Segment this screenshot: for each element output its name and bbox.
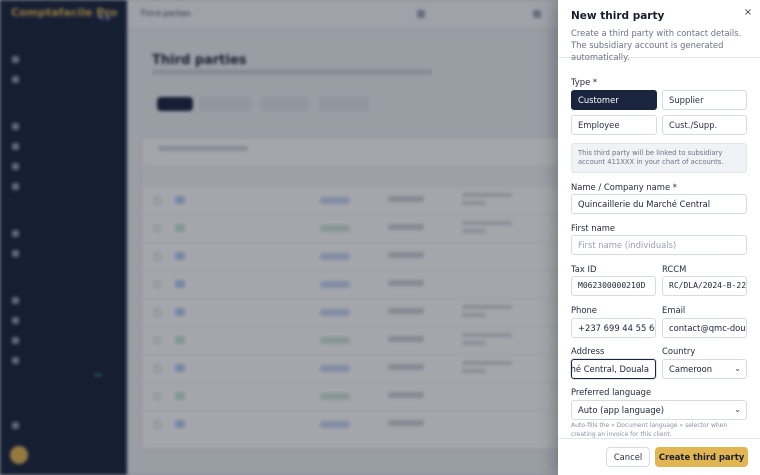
tax-id-input[interactable]: M062300000210D	[571, 276, 656, 296]
rccm-label: RCCM	[662, 264, 687, 274]
name-label: Name / Company name *	[571, 182, 677, 192]
type-option-cust-supp[interactable]: Cust./Supp.	[662, 115, 747, 135]
close-icon[interactable]: ×	[741, 6, 755, 20]
chevron-down-icon: ⌄	[734, 364, 741, 373]
new-third-party-drawer: New third party Create a third party wit…	[558, 0, 760, 475]
first-name-label: First name	[571, 223, 616, 233]
country-select[interactable]: Cameroon ⌄	[662, 359, 747, 379]
type-option-employee[interactable]: Employee	[571, 115, 657, 135]
type-label: Type *	[571, 77, 598, 87]
cancel-button[interactable]: Cancel	[606, 447, 650, 467]
type-option-customer[interactable]: Customer	[571, 90, 657, 110]
phone-input[interactable]: +237 699 44 55 66	[571, 318, 656, 338]
phone-label: Phone	[571, 305, 597, 315]
drawer-header: New third party Create a third party wit…	[558, 0, 760, 62]
drawer-description: Create a third party with contact detail…	[571, 28, 742, 62]
create-third-party-button[interactable]: Create third party	[655, 447, 748, 467]
language-select[interactable]: Auto (app language) ⌄	[571, 400, 747, 420]
chevron-down-icon: ⌄	[734, 405, 741, 414]
tax-id-label: Tax ID	[571, 264, 597, 274]
address-value: ché Central, Douala	[571, 364, 649, 374]
address-input[interactable]: ché Central, Douala	[571, 359, 656, 379]
type-option-supplier[interactable]: Supplier	[662, 90, 747, 110]
email-input[interactable]: contact@qmc-douala	[662, 318, 747, 338]
email-label: Email	[662, 305, 686, 315]
name-input[interactable]: Quincaillerie du Marché Central	[571, 194, 747, 214]
drawer-footer: Cancel Create third party	[558, 438, 760, 475]
language-hint: Auto-fills the « Document language » sel…	[571, 422, 728, 438]
language-value: Auto (app language)	[578, 405, 665, 415]
language-label: Preferred language	[571, 387, 652, 397]
subsidiary-account-info: This third party will be linked to subsi…	[571, 143, 747, 173]
country-value: Cameroon	[669, 364, 713, 374]
rccm-input[interactable]: RC/DLA/2024-B-22	[662, 276, 747, 296]
first-name-input[interactable]: First name (individuals)	[571, 235, 747, 255]
country-label: Country	[662, 346, 696, 356]
address-label: Address	[571, 346, 605, 356]
drawer-title: New third party	[571, 10, 665, 22]
